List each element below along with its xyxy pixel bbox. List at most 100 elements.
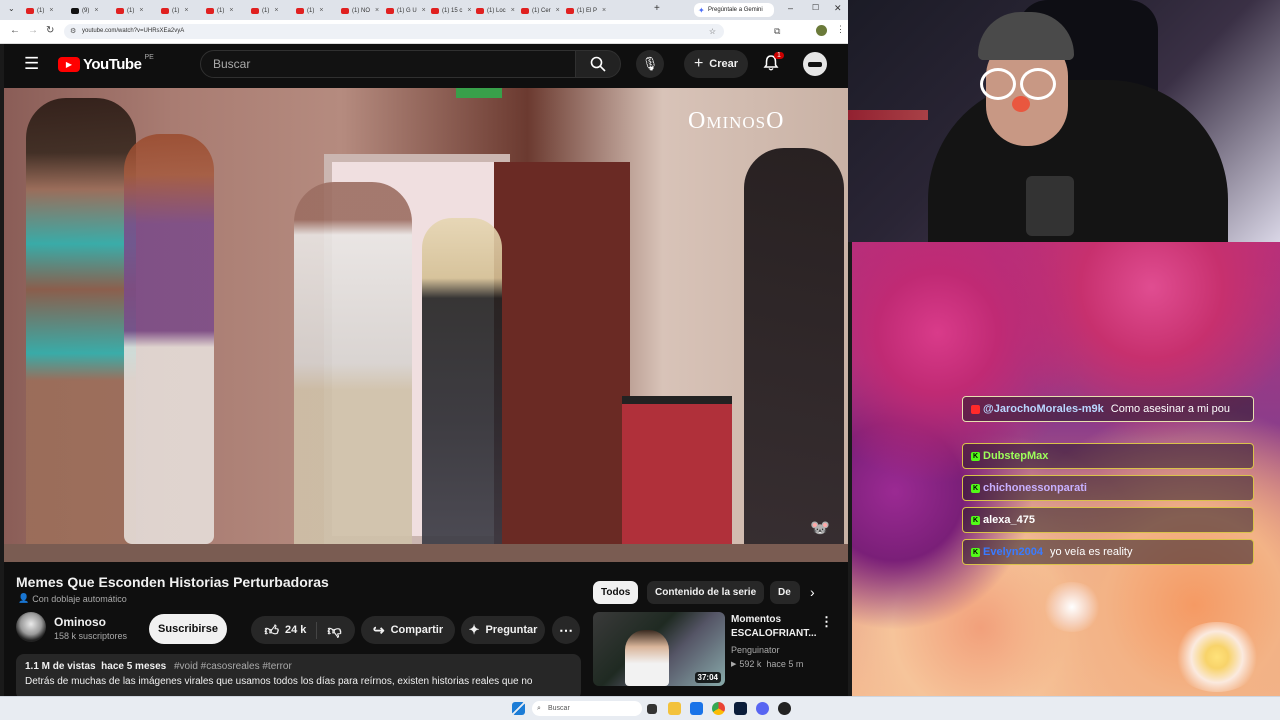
close-tab-icon[interactable]: × bbox=[184, 7, 188, 14]
youtube-logo[interactable]: ▶ YouTube PE bbox=[58, 54, 154, 73]
back-icon[interactable]: ← bbox=[10, 25, 20, 36]
obs-icon[interactable] bbox=[778, 702, 791, 715]
search-button[interactable] bbox=[575, 50, 621, 78]
channel-avatar[interactable] bbox=[16, 612, 46, 642]
browser-tab-label: (1) Loc bbox=[487, 7, 506, 14]
close-tab-icon[interactable]: × bbox=[274, 7, 278, 14]
new-tab-icon[interactable]: + bbox=[654, 3, 660, 14]
subscribe-button[interactable]: Suscribirse bbox=[149, 614, 227, 644]
outlook-icon[interactable] bbox=[690, 702, 703, 715]
hamburger-menu-icon[interactable]: ☰ bbox=[24, 54, 39, 74]
close-tab-icon[interactable]: × bbox=[602, 7, 606, 14]
chat-username[interactable]: DubstepMax bbox=[983, 450, 1048, 462]
flower-decoration bbox=[1172, 622, 1262, 692]
recommended-channel[interactable]: Penguinator bbox=[731, 645, 780, 655]
windows-start-icon[interactable] bbox=[512, 702, 525, 715]
close-tab-icon[interactable]: × bbox=[422, 7, 426, 14]
browser-tab[interactable]: (1) × bbox=[161, 3, 204, 18]
notifications-button[interactable]: 1 bbox=[762, 52, 784, 76]
bookmark-star-icon[interactable]: ☆ bbox=[709, 24, 716, 39]
browser-tab[interactable]: (1) El P × bbox=[566, 3, 609, 18]
browser-tab[interactable]: (1) × bbox=[251, 3, 294, 18]
chrome-icon[interactable] bbox=[712, 702, 725, 715]
discord-icon[interactable] bbox=[756, 702, 769, 715]
close-tab-icon[interactable]: × bbox=[511, 7, 515, 14]
browser-tab[interactable]: (1) × bbox=[206, 3, 249, 18]
tab-gemini[interactable]: ✦ Pregúntale a Gemini bbox=[694, 3, 774, 17]
chat-username[interactable]: alexa_475 bbox=[983, 514, 1035, 526]
forward-icon[interactable]: → bbox=[28, 25, 38, 36]
tab-list-chevron-icon[interactable]: ⌄ bbox=[8, 4, 15, 13]
video-floor bbox=[4, 544, 848, 562]
browser-menu-icon[interactable]: ⋮ bbox=[836, 24, 845, 35]
channel-watermark-icon: 🐭 bbox=[810, 520, 830, 537]
browser-tab-label: (1) G U bbox=[397, 7, 417, 14]
share-button[interactable]: ↪ Compartir bbox=[361, 616, 455, 644]
more-actions-button[interactable]: ⋯ bbox=[552, 616, 580, 644]
close-tab-icon[interactable]: × bbox=[467, 7, 471, 14]
file-explorer-icon[interactable] bbox=[668, 702, 681, 715]
search-input[interactable]: Buscar bbox=[200, 50, 576, 78]
recommended-title-line2[interactable]: ESCALOFRIANT... bbox=[731, 628, 817, 639]
chip-series-content[interactable]: Contenido de la serie bbox=[647, 581, 765, 604]
youtube-favicon-icon bbox=[161, 7, 169, 14]
youtube-favicon-icon bbox=[431, 7, 439, 14]
gemini-icon: ✦ bbox=[698, 6, 705, 15]
recommended-meta: ▶ 592 k hace 5 m bbox=[731, 659, 803, 669]
browser-tab[interactable]: (1) × bbox=[116, 3, 159, 18]
channel-name[interactable]: Ominoso bbox=[54, 615, 106, 629]
browser-tab[interactable]: (1) × bbox=[296, 3, 339, 18]
close-tab-icon[interactable]: × bbox=[94, 7, 98, 14]
youtube-header: ☰ ▶ YouTube PE Buscar 🎙 + Crear 1 bbox=[4, 44, 848, 88]
browser-tab[interactable]: (1) Cer × bbox=[521, 3, 564, 18]
chat-username[interactable]: Evelyn2004 bbox=[983, 546, 1043, 558]
ask-button[interactable]: ✦ Preguntar bbox=[461, 616, 545, 644]
close-tab-icon[interactable]: × bbox=[375, 7, 379, 14]
site-info-icon[interactable]: ⚙ bbox=[70, 24, 76, 39]
browser-tab[interactable]: (1) 15 c × bbox=[431, 3, 474, 18]
create-button[interactable]: + Crear bbox=[684, 50, 748, 78]
close-tab-icon[interactable]: × bbox=[139, 7, 143, 14]
youtube-logo-text: YouTube bbox=[83, 56, 142, 73]
browser-tab[interactable]: (1) Loc × bbox=[476, 3, 519, 18]
close-tab-icon[interactable]: × bbox=[49, 7, 53, 14]
close-tab-icon[interactable]: × bbox=[229, 7, 233, 14]
extensions-icon[interactable]: ⧉ bbox=[774, 26, 780, 37]
browser-tab[interactable]: (1) NO × bbox=[341, 3, 384, 18]
description-box[interactable]: 1.1 M de vistas hace 5 meses #void #caso… bbox=[16, 654, 581, 696]
reload-icon[interactable]: ↻ bbox=[46, 25, 54, 36]
recommended-thumbnail[interactable]: 37:04 bbox=[593, 612, 725, 686]
play-count-icon: ▶ bbox=[731, 661, 737, 668]
like-button[interactable]: 👍︎ 24 k bbox=[264, 621, 318, 639]
maximize-icon[interactable]: ☐ bbox=[812, 3, 819, 12]
video-figure-dancer bbox=[26, 98, 136, 554]
url-field[interactable]: ⚙ youtube.com/watch?v=UHRsXEa2vyA ☆ bbox=[64, 24, 724, 39]
photoshop-icon[interactable] bbox=[734, 702, 747, 715]
video-player[interactable]: OminosO 🐭 bbox=[4, 88, 848, 562]
browser-tab[interactable]: (1) G U × bbox=[386, 3, 429, 18]
recommended-title-line1[interactable]: Momentos bbox=[731, 614, 781, 625]
close-window-icon[interactable]: ✕ bbox=[834, 3, 842, 14]
account-avatar[interactable] bbox=[803, 52, 827, 76]
kick-badge-icon: K bbox=[971, 451, 980, 461]
taskbar-search[interactable]: ⌕ Buscar bbox=[532, 701, 642, 716]
chat-username[interactable]: @JarochoMorales-m9k bbox=[983, 403, 1104, 415]
recommended-meta-text: 592 k hace 5 m bbox=[739, 659, 804, 669]
close-tab-icon[interactable]: × bbox=[319, 7, 323, 14]
thumbs-up-icon: 👍︎ bbox=[264, 621, 279, 638]
chips-next-chevron-icon[interactable]: › bbox=[810, 584, 815, 600]
voice-search-button[interactable]: 🎙 bbox=[636, 50, 664, 78]
browser-tab[interactable]: (9) × bbox=[71, 3, 114, 18]
chat-username[interactable]: chichonessonparati bbox=[983, 482, 1087, 494]
profile-icon[interactable] bbox=[816, 25, 827, 36]
youtube-favicon-icon bbox=[296, 7, 304, 14]
minimize-icon[interactable]: – bbox=[788, 3, 793, 13]
task-view-icon[interactable] bbox=[647, 704, 657, 714]
close-tab-icon[interactable]: × bbox=[556, 7, 560, 14]
recommended-more-icon[interactable]: ⋮ bbox=[820, 614, 833, 630]
hashtags[interactable]: #void #casosreales #terror bbox=[174, 661, 292, 672]
chip-more[interactable]: De bbox=[770, 581, 800, 604]
chip-todos[interactable]: Todos bbox=[593, 581, 639, 604]
dislike-button[interactable]: 👎︎ bbox=[317, 622, 341, 639]
browser-tab[interactable]: (1) × bbox=[26, 3, 69, 18]
